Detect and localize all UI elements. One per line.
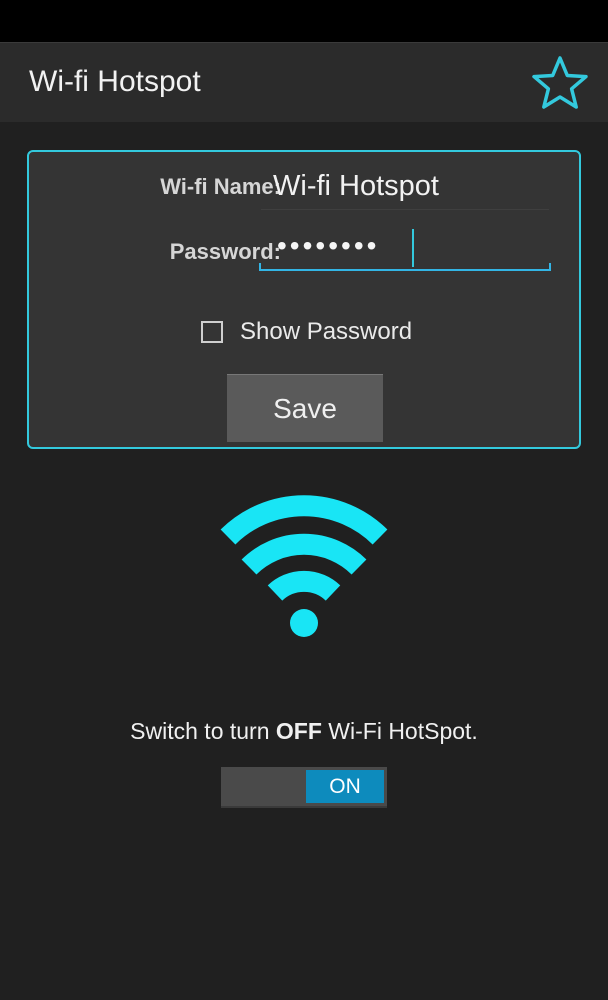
- wifi-name-label: Wi-fi Name:: [160, 174, 281, 199]
- app-title: Wi-fi Hotspot: [29, 65, 201, 98]
- password-input[interactable]: ••••••••: [277, 230, 379, 262]
- password-underline: [259, 263, 551, 271]
- wifi-name-underline: [261, 209, 549, 210]
- status-bar: [0, 0, 608, 42]
- app-bar: Wi-fi Hotspot: [0, 42, 608, 122]
- switch-text-bold: OFF: [275, 718, 322, 744]
- switch-text-prefix: Switch to turn: [130, 718, 276, 744]
- switch-instruction-text: Switch to turn OFF Wi-Fi HotSpot.: [0, 718, 608, 745]
- save-button[interactable]: Save: [227, 374, 383, 442]
- password-label: Password:: [169, 239, 281, 264]
- text-cursor: [412, 229, 414, 267]
- show-password-label[interactable]: Show Password: [240, 318, 412, 346]
- star-outline-icon[interactable]: [530, 54, 590, 114]
- show-password-checkbox[interactable]: [201, 321, 223, 343]
- wifi-icon: [220, 495, 388, 637]
- hotspot-toggle-switch[interactable]: ON: [221, 767, 387, 808]
- wifi-name-input[interactable]: Wi-fi Hotspot: [273, 170, 439, 203]
- switch-text-suffix: Wi-Fi HotSpot.: [321, 718, 478, 744]
- toggle-on-label[interactable]: ON: [306, 770, 384, 803]
- hotspot-settings-card: Wi-fi Name: Wi-fi Hotspot Password: ••••…: [27, 150, 581, 449]
